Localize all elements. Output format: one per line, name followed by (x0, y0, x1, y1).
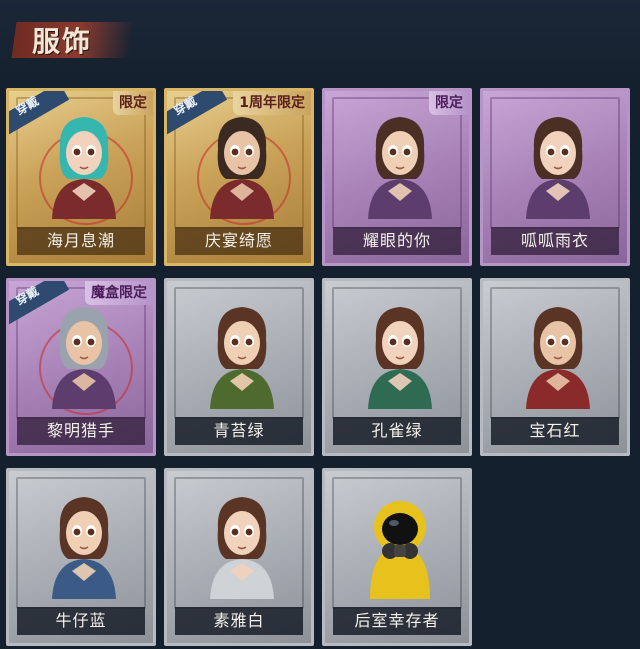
costume-card[interactable]: 青苔绿 (164, 278, 314, 456)
costume-card[interactable]: 呱呱雨衣 (480, 88, 630, 266)
costume-name: 牛仔蓝 (17, 607, 145, 635)
costume-name: 素雅白 (175, 607, 303, 635)
page-title: 服饰 (32, 25, 93, 58)
character-portrait (360, 109, 440, 219)
character-portrait (202, 299, 282, 409)
limited-badge: 1周年限定 (233, 91, 311, 115)
costume-card[interactable]: 限定耀眼的你 (322, 88, 472, 266)
costume-name: 后室幸存者 (333, 607, 461, 635)
costume-card[interactable]: 后室幸存者 (322, 468, 472, 646)
costume-card[interactable]: 穿戴 1周年限定庆宴绮愿 (164, 88, 314, 266)
character-portrait (44, 489, 124, 599)
character-portrait (518, 109, 598, 219)
limited-badge: 限定 (429, 91, 469, 115)
costume-name: 青苔绿 (175, 417, 303, 445)
costume-name: 呱呱雨衣 (491, 227, 619, 255)
header: 服饰 (0, 0, 640, 80)
costume-card[interactable]: 素雅白 (164, 468, 314, 646)
costume-card[interactable]: 孔雀绿 (322, 278, 472, 456)
costume-name: 宝石红 (491, 417, 619, 445)
equipped-badge: 穿戴 (9, 91, 70, 136)
costume-name: 海月息潮 (17, 227, 145, 255)
equipped-badge: 穿戴 (9, 281, 70, 326)
character-portrait (202, 489, 282, 599)
equipped-badge: 穿戴 (167, 91, 228, 136)
character-portrait (360, 489, 440, 599)
limited-badge: 限定 (113, 91, 153, 115)
character-portrait (360, 299, 440, 409)
costume-card[interactable]: 宝石红 (480, 278, 630, 456)
costume-card[interactable]: 穿戴 限定海月息潮 (6, 88, 156, 266)
costume-name: 黎明猎手 (17, 417, 145, 445)
character-portrait (518, 299, 598, 409)
costume-card[interactable]: 穿戴 魔盒限定黎明猎手 (6, 278, 156, 456)
limited-badge: 魔盒限定 (85, 281, 153, 305)
costume-name: 耀眼的你 (333, 227, 461, 255)
costume-name: 庆宴绮愿 (175, 227, 303, 255)
costume-card[interactable]: 牛仔蓝 (6, 468, 156, 646)
costume-name: 孔雀绿 (333, 417, 461, 445)
